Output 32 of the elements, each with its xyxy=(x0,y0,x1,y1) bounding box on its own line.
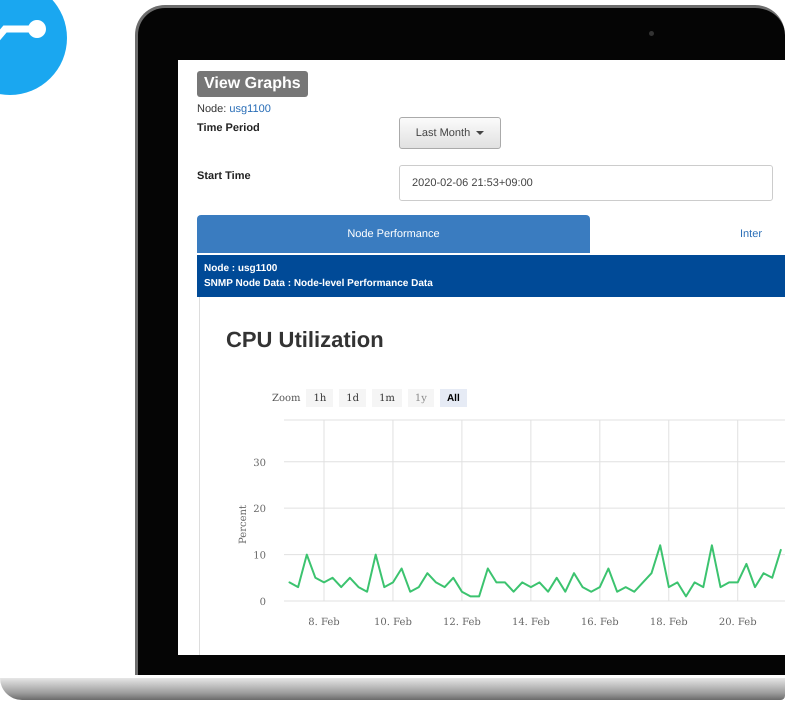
x-axis-label: 14. Feb xyxy=(512,617,550,628)
panel-header-text: Node : usg1100 xyxy=(204,262,278,276)
tab[interactable]: Node Performance xyxy=(197,215,590,253)
zoom-button[interactable]: 1h xyxy=(306,389,334,407)
node-link[interactable]: usg1100 xyxy=(229,103,271,115)
camera-icon xyxy=(649,31,654,36)
zoom-label: Zoom xyxy=(272,392,300,404)
page-heading: View Graphs xyxy=(197,71,308,97)
y-axis-title: Percent xyxy=(238,505,249,544)
x-axis-label: 8. Feb xyxy=(308,617,340,628)
x-axis-label: 10. Feb xyxy=(374,617,412,628)
tab[interactable]: Inter xyxy=(590,215,785,253)
y-axis-label: 30 xyxy=(253,458,266,469)
panel-header-text: SNMP Node Data : Node-level Performance Data xyxy=(204,277,434,291)
y-axis-label: 20 xyxy=(253,504,266,516)
field-label: Start Time xyxy=(197,169,252,182)
node-label: Node: xyxy=(197,103,226,115)
logo-icon xyxy=(0,0,67,95)
x-axis-label: 20. Feb xyxy=(718,617,757,628)
field-label: Time Period xyxy=(197,121,261,134)
x-axis-label: 16. Feb xyxy=(580,617,619,628)
caret-icon xyxy=(476,131,484,135)
time-period-dropdown[interactable]: Last Month xyxy=(399,117,501,149)
zoom-button[interactable]: 1d xyxy=(339,389,366,407)
zoom-button[interactable]: All xyxy=(440,389,467,407)
x-axis-label: 18. Feb xyxy=(650,617,688,628)
start-time-field[interactable]: 2020-02-06 21:53+09:00 xyxy=(399,165,773,201)
chart-title: CPU Utilization xyxy=(225,326,385,353)
y-axis-label: 0 xyxy=(260,597,266,608)
x-axis-label: 12. Feb xyxy=(443,617,481,628)
y-axis-label: 10 xyxy=(253,550,266,562)
zoom-button[interactable]: 1m xyxy=(372,389,402,407)
